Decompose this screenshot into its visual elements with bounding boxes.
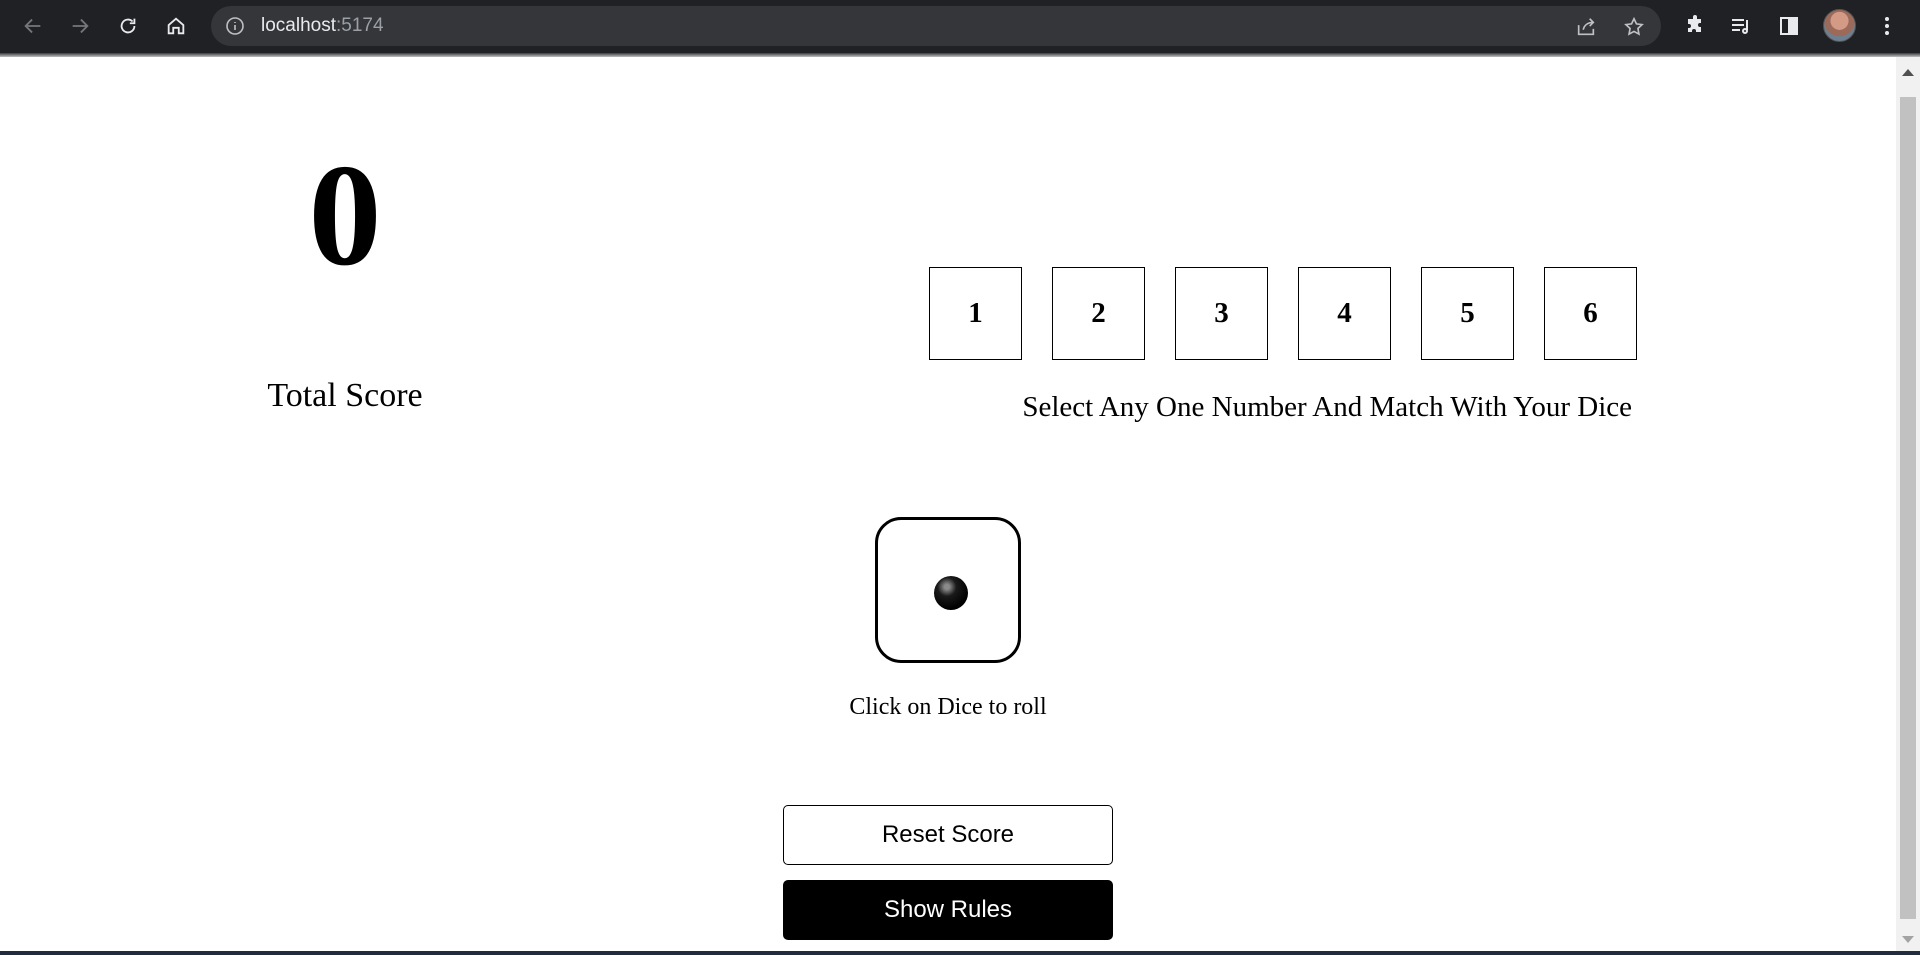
reload-icon <box>120 18 136 34</box>
taskbar-edge <box>0 951 1920 955</box>
address-bar[interactable]: localhost:5174 <box>211 6 1661 46</box>
extensions-button[interactable] <box>1681 12 1709 40</box>
number-option-4[interactable]: 4 <box>1298 267 1391 360</box>
number-selector: 1 2 3 4 5 6 <box>929 267 1637 360</box>
back-button[interactable] <box>16 9 50 43</box>
share-icon <box>1577 18 1595 36</box>
home-icon <box>167 17 185 35</box>
number-option-5[interactable]: 5 <box>1421 267 1514 360</box>
number-option-6[interactable]: 6 <box>1544 267 1637 360</box>
share-button[interactable] <box>1573 14 1599 40</box>
total-score-label: Total Score <box>267 377 423 414</box>
url-host: localhost <box>261 15 336 36</box>
url-text[interactable]: localhost:5174 <box>261 16 384 36</box>
scrollbar-thumb[interactable] <box>1900 97 1916 919</box>
browser-toolbar: localhost:5174 <box>0 0 1920 53</box>
reading-list-icon <box>1732 19 1748 34</box>
number-option-2[interactable]: 2 <box>1052 267 1145 360</box>
number-selector-hint: Select Any One Number And Match With You… <box>1022 391 1632 423</box>
page-scrollbar[interactable] <box>1896 57 1920 951</box>
reload-button[interactable] <box>111 9 145 43</box>
side-panel-button[interactable] <box>1775 12 1803 40</box>
arrow-left-icon <box>24 18 41 34</box>
dice[interactable] <box>875 517 1021 663</box>
arrow-right-icon <box>72 18 89 34</box>
browser-menu-button[interactable] <box>1873 12 1901 40</box>
info-icon[interactable] <box>225 16 245 36</box>
reading-list-button[interactable] <box>1727 12 1755 40</box>
home-button[interactable] <box>159 9 193 43</box>
dice-hint: Click on Dice to roll <box>849 694 1047 720</box>
bookmark-button[interactable] <box>1621 14 1647 40</box>
star-icon <box>1624 16 1644 36</box>
total-score-value: 0 <box>308 134 382 296</box>
show-rules-button[interactable]: Show Rules <box>783 880 1113 940</box>
kebab-menu-icon <box>1885 17 1889 35</box>
url-port: :5174 <box>336 15 384 36</box>
number-option-3[interactable]: 3 <box>1175 267 1268 360</box>
dice-pip-icon <box>934 576 968 610</box>
scroll-down-arrow-icon[interactable] <box>1902 936 1914 943</box>
forward-button[interactable] <box>63 9 97 43</box>
profile-avatar[interactable] <box>1823 9 1856 42</box>
puzzle-icon <box>1688 15 1701 32</box>
scroll-up-arrow-icon[interactable] <box>1902 69 1914 76</box>
reset-score-button[interactable]: Reset Score <box>783 805 1113 865</box>
toolbar-divider <box>0 53 1920 57</box>
side-panel-icon <box>1780 17 1798 35</box>
number-option-1[interactable]: 1 <box>929 267 1022 360</box>
